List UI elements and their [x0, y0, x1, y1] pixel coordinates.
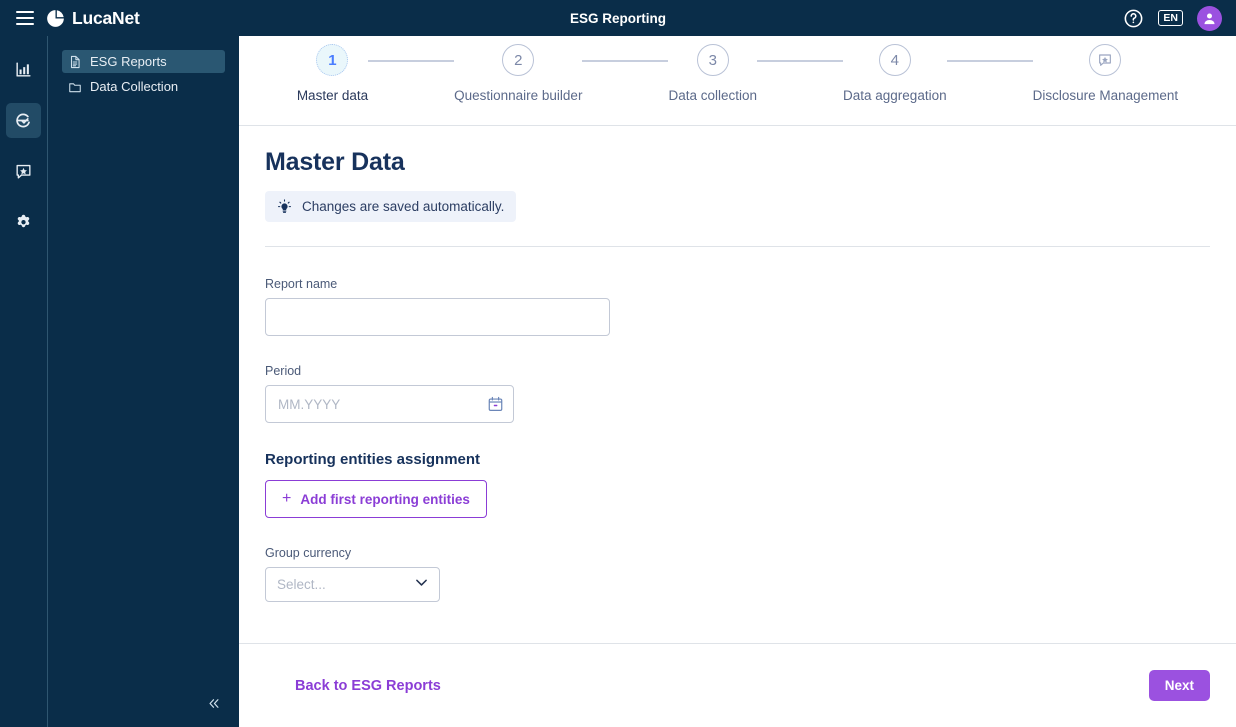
esg-check-icon	[16, 113, 30, 128]
report-name-field-group: Report name	[265, 277, 1210, 336]
report-name-label: Report name	[265, 277, 338, 291]
reporting-entities-group: Reporting entities assignment + Add firs…	[265, 451, 1210, 518]
step-questionnaire-builder[interactable]: 2 Questionnaire builder	[454, 44, 582, 103]
group-currency-value: Select...	[277, 577, 326, 592]
stepper-steps: 1 Master data 2 Questionnaire builder 3 …	[239, 44, 1236, 103]
calendar-icon[interactable]	[487, 396, 504, 413]
stepper-connector	[582, 60, 669, 62]
reporting-entities-title: Reporting entities assignment	[265, 451, 481, 468]
group-currency-select-wrapper: Select...	[265, 567, 440, 602]
master-data-form: Report name Period MM.YYYY Reporting ent…	[239, 247, 1236, 602]
step-data-aggregation[interactable]: 4 Data aggregation	[843, 44, 947, 103]
folder-icon	[69, 82, 81, 92]
step-number: 2	[502, 44, 535, 76]
next-button[interactable]: Next	[1148, 670, 1210, 701]
help-icon[interactable]	[1123, 8, 1144, 29]
rail-item-settings[interactable]	[6, 205, 41, 240]
add-first-reporting-entities-button[interactable]: + Add first reporting entities	[265, 480, 487, 518]
disclosure-badge-icon	[1099, 54, 1112, 66]
add-entities-label: Add first reporting entities	[300, 491, 470, 507]
sidebar-tree: ESG Reports Data Collection	[48, 36, 239, 98]
form-footer: Back to ESG Reports Next	[239, 643, 1236, 727]
wizard-stepper: 1 Master data 2 Questionnaire builder 3 …	[239, 36, 1236, 126]
lightbulb-icon	[277, 199, 292, 213]
user-avatar-icon	[1204, 13, 1215, 24]
step-label: Disclosure Management	[1032, 88, 1179, 103]
language-selector[interactable]: EN	[1158, 9, 1183, 27]
step-master-data[interactable]: 1 Master data	[297, 44, 368, 103]
rail-item-esg-reporting[interactable]	[6, 103, 41, 138]
sidebar-item-data-collection[interactable]: Data Collection	[62, 75, 225, 98]
double-chevron-left-icon	[208, 698, 218, 708]
page-header: Master Data Changes are saved automatica…	[239, 126, 1236, 247]
step-label: Data collection	[668, 88, 758, 103]
lucanet-logo-icon	[47, 9, 64, 27]
icon-rail	[0, 36, 47, 727]
application-window: LucaNet ESG Reporting EN ESG Reports Dat…	[0, 0, 1236, 727]
top-bar-actions: EN	[1123, 0, 1222, 36]
step-number: 4	[878, 44, 911, 76]
document-icon	[70, 55, 80, 68]
group-currency-label: Group currency	[265, 546, 352, 560]
stepper-connector	[368, 60, 455, 62]
brand-logo[interactable]: LucaNet	[46, 8, 140, 29]
brand-name: LucaNet	[72, 7, 140, 28]
step-number: 3	[696, 44, 729, 76]
step-disclosure-management[interactable]: Disclosure Management	[1032, 44, 1179, 103]
sidebar-item-label: ESG Reports	[90, 54, 167, 69]
step-icon-circle	[1089, 44, 1122, 76]
sidebar: ESG Reports Data Collection	[47, 36, 239, 727]
step-label: Data aggregation	[843, 88, 947, 103]
step-label: Master data	[296, 88, 369, 103]
group-currency-select[interactable]: Select...	[265, 567, 440, 602]
step-number: 1	[316, 44, 349, 76]
step-label: Questionnaire builder	[454, 88, 583, 103]
page-title: Master Data	[265, 148, 405, 176]
rail-item-disclosure-management[interactable]	[6, 154, 41, 189]
top-bar: LucaNet ESG Reporting EN	[0, 0, 1236, 36]
stepper-connector	[757, 60, 844, 62]
sidebar-collapse-button[interactable]	[199, 689, 227, 717]
period-field-group: Period	[265, 364, 1210, 423]
main-content: 1 Master data 2 Questionnaire builder 3 …	[239, 36, 1236, 727]
plus-icon: +	[282, 490, 292, 507]
step-data-collection[interactable]: 3 Data collection	[668, 44, 757, 103]
report-name-input[interactable]	[265, 298, 610, 336]
hamburger-menu-icon[interactable]	[16, 11, 34, 25]
sidebar-item-esg-reports[interactable]: ESG Reports	[62, 50, 225, 73]
period-input[interactable]	[265, 385, 514, 423]
group-currency-field-group: Group currency Select...	[265, 546, 1210, 602]
autosave-notice: Changes are saved automatically.	[265, 191, 517, 222]
gear-icon	[17, 214, 30, 228]
sidebar-item-label: Data Collection	[90, 79, 179, 94]
period-input-wrapper	[265, 385, 514, 423]
page-context-title: ESG Reporting	[569, 10, 666, 26]
analytics-chart-icon	[16, 62, 31, 77]
avatar[interactable]	[1197, 5, 1222, 31]
back-to-esg-reports-button[interactable]: Back to ESG Reports	[295, 678, 441, 694]
period-label: Period	[265, 364, 302, 378]
autosave-notice-text: Changes are saved automatically.	[302, 199, 505, 214]
rail-item-analytics[interactable]	[6, 52, 41, 87]
stepper-connector	[946, 60, 1033, 62]
disclosure-badge-icon	[16, 164, 31, 179]
